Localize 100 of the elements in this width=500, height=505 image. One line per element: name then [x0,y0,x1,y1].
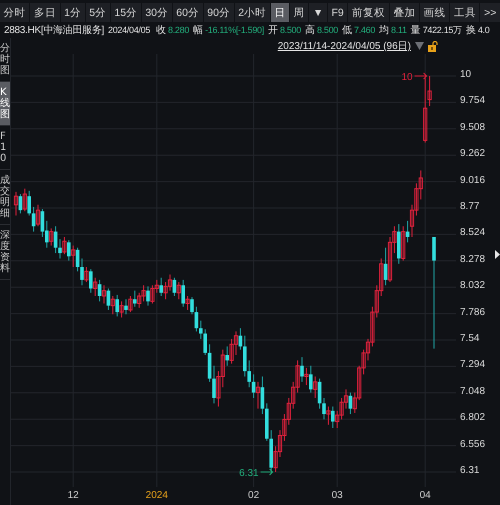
side-tab[interactable]: 成交明细 [0,170,10,225]
toolbar-button[interactable]: 画线 [420,3,450,22]
candlestick [54,226,58,254]
period-tab[interactable]: 日 [270,3,289,22]
date-range-link[interactable]: 2023/11/14-2024/04/05 (96日) [278,39,411,53]
toolbar-button[interactable]: 工具 [450,3,480,22]
candlestick [14,191,18,216]
field-label: 高 [304,24,315,37]
period-tab[interactable]: 5分 [86,3,110,22]
arrow-icon [260,468,274,476]
price-axis-label: 7.294 [460,359,486,370]
price-axis-label: 6.802 [460,412,486,424]
field-label: 换 [466,24,476,37]
field-value: 8.500 [280,25,301,35]
dropdown-button[interactable]: ▼ [309,3,327,22]
toolbar-button[interactable]: 前复权 [348,3,389,22]
period-tab[interactable]: 15分 [110,3,141,22]
candlestick [159,277,163,296]
candlestick [49,228,54,246]
price-axis-label: 8.278 [460,254,486,265]
candlestick [432,236,436,350]
candlestick [348,392,352,415]
candlestick [115,294,119,317]
period-tab[interactable]: 60分 [172,3,203,22]
candlestick [164,282,168,300]
period-tab[interactable]: 多日 [30,3,60,22]
candlestick [128,296,132,313]
expand-handle-icon[interactable] [495,250,500,259]
candlestick [212,365,216,404]
high-price-marker: 10 [401,72,413,83]
candlestick [256,381,260,410]
period-tab[interactable]: 30分 [142,3,172,22]
period-tab[interactable]: 90分 [204,3,234,22]
price-axis-label: 10 [460,69,472,80]
price-axis-label: 9.754 [460,95,486,106]
candlestick [260,376,264,415]
period-tab[interactable]: 分时 [0,3,30,22]
candlestick [71,245,76,268]
candlestick [331,406,335,428]
date-axis-label: 12 [66,490,80,501]
more-button[interactable]: >> [480,3,500,22]
price-axis-label: 8.032 [460,280,486,292]
candlestick [384,247,388,286]
candlestick [32,206,36,232]
field-value: 7422.15万 [422,24,462,36]
price-axis-label: 9.262 [460,148,486,160]
side-tab[interactable]: 深度资料 [0,225,10,280]
candlestick [318,378,322,410]
period-tab[interactable]: 2小时 [234,3,270,22]
side-tab[interactable]: F10 [0,126,10,170]
candlestick [313,376,318,398]
field-label: 量 [410,24,421,37]
caret-icon[interactable] [415,42,424,50]
candlestick [186,296,190,310]
candlestick [203,328,207,356]
stock-symbol: 2883.HK[中海油田服务] [4,24,104,37]
candlestick [120,300,124,318]
toolbar-button[interactable]: 叠加 [390,3,419,22]
price-axis-label: 6.556 [460,438,486,450]
quote-date: 2024/04/05 [108,25,150,35]
candlestick [238,328,242,350]
candlestick [401,226,406,262]
candlestick [146,286,150,306]
candlestick [93,277,98,296]
candlestick [102,284,106,304]
candlestick [89,268,93,294]
side-tab[interactable]: K线图 [0,82,10,126]
candlestick [98,279,102,302]
candlestick [247,360,251,388]
lock-icon[interactable] [428,40,438,52]
field-value: 8.11 [391,25,407,35]
period-tab[interactable]: 1分 [60,3,85,22]
candlestick [181,279,185,308]
candlestick [124,298,128,315]
field-label: 均 [379,24,390,37]
date-axis-label: 2024 [144,490,169,501]
field-label: 收 [156,24,166,37]
candlestick [36,204,40,227]
period-tab[interactable]: 周 [290,3,308,22]
toolbar-button[interactable]: F9 [328,3,348,22]
candlestick [252,374,256,398]
candlestick [428,76,432,107]
price-axis-label: 8.524 [460,227,486,238]
price-axis-label: 6.31 [460,465,480,476]
candlestick [300,356,304,382]
candlestick [22,188,27,212]
field-label: 幅 [193,24,204,37]
candlestick [225,346,229,366]
price-axis-label: 7.54 [460,333,480,344]
date-axis-label: 04 [418,490,432,501]
candlestick [168,274,172,292]
candlestick [106,288,110,310]
candlestick [326,406,330,426]
candlestick [230,338,234,364]
price-axis-label: 9.016 [460,174,486,186]
field-label: 低 [342,24,352,37]
candlestick [62,236,66,255]
candlestick [172,277,176,296]
field-value: 4.0 [478,25,490,35]
candlestick [309,365,313,394]
